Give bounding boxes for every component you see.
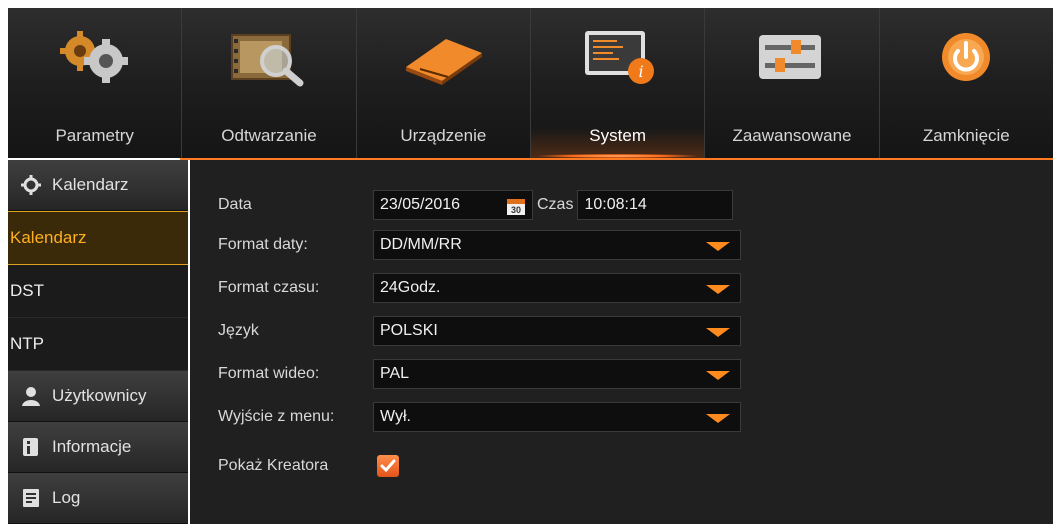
menu-timeout-label: Wyjście z menu: [218,408,335,425]
video-format-label: Format wideo: [218,365,320,382]
show-wizard-label: Pokaż Kreatora [218,457,329,474]
dropdown-arrow-icon [706,414,730,423]
svg-text:30: 30 [511,205,521,215]
gears-icon [50,22,140,92]
date-value: 23/05/2016 [380,196,461,213]
date-format-row: Format daty: DD/MM/RR [218,230,741,260]
tab-odtwarzanie[interactable]: Odtwarzanie [181,8,355,158]
video-format-select[interactable]: PAL [373,359,741,389]
video-format-row: Format wideo: PAL [218,359,741,389]
time-format-select[interactable]: 24Godz. [373,273,741,303]
tab-urzadzenie[interactable]: Urządzenie [355,8,530,158]
date-format-label: Format daty: [218,236,308,253]
film-search-icon [224,22,314,92]
sidebar-group-log[interactable]: Log [8,473,188,524]
info-book-icon [20,436,42,458]
calendar-icon[interactable]: 30 [506,196,526,216]
checkmark-icon [380,459,396,473]
tab-parametry[interactable]: Parametry [8,8,181,158]
menu-timeout-value: Wył. [380,408,411,425]
time-format-label: Format czasu: [218,279,320,296]
sidebar: Kalendarz Kalendarz DST NTP Użytkownicy … [8,160,188,524]
tab-zaawansowane[interactable]: Zaawansowane [704,8,878,158]
language-value: POLSKI [380,322,438,339]
gear-icon [20,174,42,196]
language-select[interactable]: POLSKI [373,316,741,346]
date-format-value: DD/MM/RR [380,236,462,253]
menu-timeout-row: Wyjście z menu: Wył. [218,402,741,432]
sidebar-group-label: Użytkownicy [52,386,147,405]
time-value: 10:08:14 [584,196,647,213]
svg-text:i: i [638,62,643,81]
time-format-value: 24Godz. [380,279,441,296]
system-info-icon: i [573,22,663,92]
log-icon [20,487,42,509]
main-tab-bar: Parametry Odtwarzanie Urządzenie i Syste… [8,8,1053,158]
sidebar-group-label: Kalendarz [52,175,129,194]
video-format-value: PAL [380,365,410,382]
tab-label: Parametry [55,126,134,145]
show-wizard-checkbox[interactable] [377,455,399,477]
sidebar-item-label: Kalendarz [10,228,87,247]
show-wizard-row: Pokaż Kreatora [218,451,399,481]
sidebar-item-kalendarz[interactable]: Kalendarz [8,211,188,265]
dropdown-arrow-icon [706,285,730,294]
language-label: Język [218,322,259,339]
dropdown-arrow-icon [706,328,730,337]
power-icon [921,22,1011,92]
dropdown-arrow-icon [706,371,730,380]
time-format-row: Format czasu: 24Godz. [218,273,741,303]
tab-system[interactable]: i System [529,8,705,158]
tab-label: Zamknięcie [922,126,1010,145]
date-time-row: Data 23/05/2016 30 Czas 10:08:14 [218,190,734,220]
sidebar-group-kalendarz[interactable]: Kalendarz [8,160,188,211]
date-format-select[interactable]: DD/MM/RR [373,230,741,260]
sidebar-group-informacje[interactable]: Informacje [8,422,188,473]
sidebar-group-label: Log [52,488,81,507]
tab-label: Odtwarzanie [221,126,317,145]
sidebar-item-label: NTP [10,334,44,353]
time-label: Czas [537,196,574,213]
tab-zamkniecie[interactable]: Zamknięcie [878,8,1053,158]
hard-drive-icon [398,22,488,92]
menu-timeout-select[interactable]: Wył. [373,402,741,432]
date-input[interactable]: 23/05/2016 30 [373,190,533,220]
time-input[interactable]: 10:08:14 [577,190,734,220]
tab-label: Zaawansowane [732,126,852,145]
dropdown-arrow-icon [706,242,730,251]
sidebar-group-label: Informacje [52,437,132,456]
language-row: Język POLSKI [218,316,741,346]
user-icon [20,385,42,407]
date-label: Data [218,196,252,213]
tab-label: Urządzenie [400,126,487,145]
sidebar-item-ntp[interactable]: NTP [8,318,188,371]
settings-panel: Data 23/05/2016 30 Czas 10:08:14 Format … [190,160,1053,524]
sidebar-item-label: DST [10,281,44,300]
sliders-icon [747,22,837,92]
sidebar-item-dst[interactable]: DST [8,265,188,318]
sidebar-group-uzytkownicy[interactable]: Użytkownicy [8,371,188,422]
tab-label: System [589,126,646,145]
